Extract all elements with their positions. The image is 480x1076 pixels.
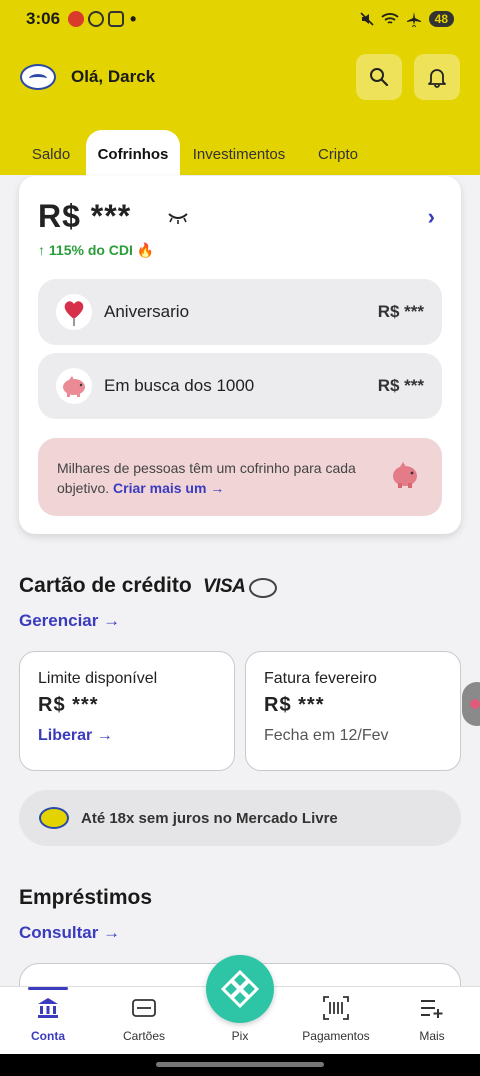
mute-icon	[360, 12, 374, 26]
tab-cofrinhos[interactable]: Cofrinhos	[86, 130, 180, 178]
tab-investimentos[interactable]: Investimentos	[186, 130, 292, 178]
tab-bar: Saldo Cofrinhos Investimentos Cripto	[0, 130, 480, 178]
barcode-icon	[323, 995, 349, 1021]
cofrinhos-card: R$ *** › ↑ 115% do CDI 🔥 Aniversario R$ …	[19, 176, 461, 534]
cofrinho-item[interactable]: Em busca dos 1000 R$ ***	[38, 353, 442, 419]
cdi-rate: ↑ 115% do CDI 🔥	[38, 242, 155, 258]
whatsapp-notification-icon	[88, 11, 105, 27]
piggy-bank-icon	[393, 462, 417, 488]
nav-conta[interactable]: Conta	[8, 987, 88, 1043]
cofrinho-name: Em busca dos 1000	[104, 376, 255, 395]
invoice-card[interactable]: Fatura fevereiro R$ *** Fecha em 12/Fev	[245, 651, 461, 771]
cofrinho-name: Aniversario	[104, 302, 190, 321]
floating-handle[interactable]	[462, 682, 480, 726]
status-dot: •	[130, 8, 137, 29]
nav-mais[interactable]: Mais	[392, 995, 472, 1043]
home-indicator[interactable]	[156, 1062, 324, 1067]
pix-button[interactable]	[206, 955, 274, 1023]
cofrinho-value: R$ ***	[377, 302, 424, 321]
limit-value: R$ ***	[38, 694, 99, 716]
greeting-text: Olá, Darck	[71, 67, 156, 86]
manage-card-link[interactable]: Gerenciar →	[19, 611, 120, 631]
mercado-pago-logo-icon[interactable]	[20, 64, 56, 90]
invoice-value: R$ ***	[264, 694, 325, 716]
nav-pagamentos[interactable]: Pagamentos	[296, 995, 376, 1043]
nav-label: Conta	[31, 1029, 65, 1043]
battery-indicator: 48	[428, 11, 454, 27]
piggy-bank-icon	[56, 368, 92, 404]
installments-text: Até 18x sem juros no Mercado Livre	[81, 809, 338, 827]
card-icon	[131, 995, 157, 1021]
loans-title: Empréstimos	[19, 886, 153, 909]
consult-loans-link[interactable]: Consultar →	[19, 923, 120, 943]
nav-label: Pix	[231, 1029, 249, 1043]
create-more-link[interactable]: Criar mais um →	[113, 480, 224, 496]
nav-label: Cartões	[122, 1029, 166, 1043]
create-cofrinho-banner[interactable]: Milhares de pessoas têm um cofrinho para…	[38, 438, 442, 516]
search-button[interactable]	[356, 54, 402, 100]
cofrinho-value: R$ ***	[377, 376, 424, 395]
limit-label: Limite disponível	[38, 670, 158, 687]
tab-saldo[interactable]: Saldo	[18, 130, 84, 178]
cofrinho-item[interactable]: Aniversario R$ ***	[38, 279, 442, 345]
nav-label: Mais	[419, 1029, 445, 1043]
mercado-pago-card-logo-icon	[249, 578, 277, 598]
greeting-row: Olá, Darck	[20, 54, 460, 100]
tab-cripto[interactable]: Cripto	[306, 130, 370, 178]
bank-icon	[35, 995, 61, 1021]
youtube-notification-icon	[68, 11, 85, 27]
nav-cartoes[interactable]: Cartões	[104, 995, 184, 1043]
chevron-right-icon[interactable]: ›	[428, 204, 435, 230]
notification-icons	[68, 11, 125, 27]
invoice-label: Fatura fevereiro	[264, 670, 377, 687]
credit-card-title: Cartão de crédito	[19, 574, 192, 597]
notifications-button[interactable]	[414, 54, 460, 100]
instagram-notification-icon	[108, 11, 125, 27]
pix-icon	[220, 969, 260, 1009]
eye-closed-icon[interactable]	[167, 212, 189, 224]
release-limit-link[interactable]: Liberar →	[38, 727, 216, 745]
wifi-icon	[381, 13, 399, 24]
installments-banner[interactable]: Até 18x sem juros no Mercado Livre	[19, 790, 461, 846]
bell-icon	[428, 69, 446, 88]
visa-brand: VISA	[203, 576, 246, 597]
balloon-heart-icon	[56, 294, 92, 330]
list-plus-icon	[419, 995, 445, 1021]
search-icon	[370, 68, 389, 87]
status-right: 48	[360, 11, 454, 27]
airplane-icon	[406, 12, 421, 27]
cofrinhos-balance: R$ ***	[38, 198, 132, 234]
status-time: 3:06	[26, 9, 61, 28]
nav-label: Pagamentos	[302, 1029, 370, 1043]
status-bar: 3:06 • 48	[0, 0, 480, 38]
invoice-close-date: Fecha em 12/Fev	[264, 727, 389, 744]
available-limit-card[interactable]: Limite disponível R$ *** Liberar →	[19, 651, 235, 771]
mercado-livre-logo-icon	[39, 807, 69, 829]
